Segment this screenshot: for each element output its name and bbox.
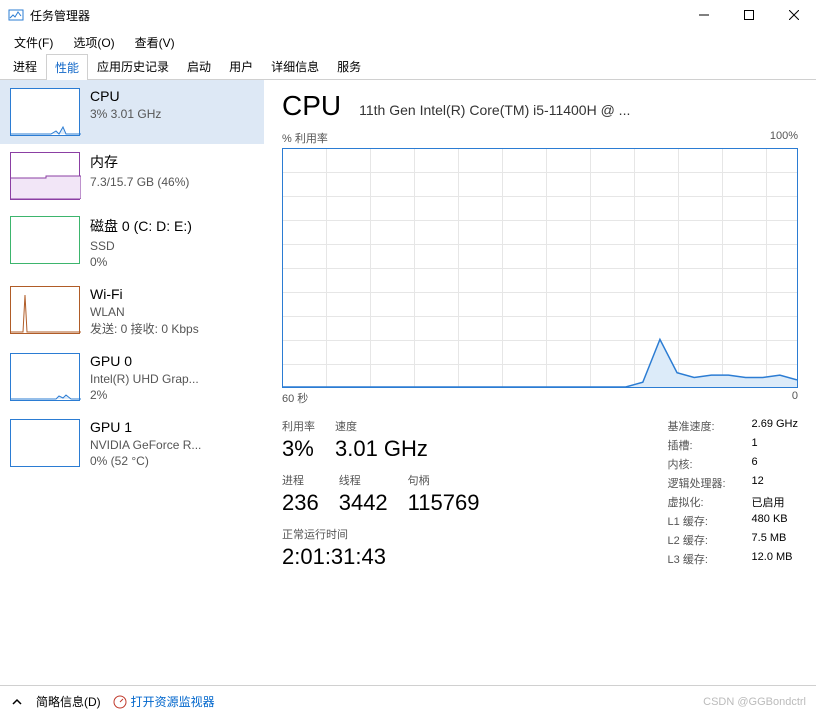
- proc-label: 进程: [282, 472, 319, 488]
- app-icon: [8, 7, 24, 23]
- speed-value: 3.01 GHz: [335, 436, 428, 462]
- tab-performance[interactable]: 性能: [46, 54, 88, 80]
- gpu0-thumb: [10, 353, 80, 401]
- main-header: CPU 11th Gen Intel(R) Core(TM) i5-11400H…: [282, 90, 798, 122]
- sock-v: 1: [752, 437, 758, 453]
- thread-value: 3442: [339, 490, 388, 516]
- tab-startup[interactable]: 启动: [178, 53, 220, 79]
- brief-info-link[interactable]: 简略信息(D): [36, 693, 101, 710]
- disk-title: 磁盘 0 (C: D: E:): [90, 216, 192, 236]
- virt-v: 已启用: [752, 494, 785, 510]
- disk-thumb: [10, 216, 80, 264]
- resource-monitor-icon: [113, 695, 127, 709]
- base-k: 基准速度:: [668, 418, 752, 434]
- disk-sub1: SSD: [90, 238, 192, 254]
- mem-thumb: [10, 152, 80, 200]
- chevron-up-icon[interactable]: [10, 695, 24, 709]
- l1-v: 480 KB: [752, 513, 788, 529]
- tab-processes[interactable]: 进程: [4, 53, 46, 79]
- gpu0-title: GPU 0: [90, 353, 199, 369]
- wifi-sub1: WLAN: [90, 304, 199, 320]
- resource-monitor-link[interactable]: 打开资源监视器: [113, 693, 215, 710]
- wifi-thumb: [10, 286, 80, 334]
- chart-xmax: 60 秒: [282, 390, 308, 406]
- gpu1-title: GPU 1: [90, 419, 201, 435]
- stats-left: 利用率 3% 速度 3.01 GHz 进程 236 线程 3442 句柄 115769 正…: [282, 418, 636, 580]
- tab-app-history[interactable]: 应用历史记录: [88, 53, 178, 79]
- mem-title: 内存: [90, 152, 189, 172]
- uptime-label: 正常运行时间: [282, 526, 386, 542]
- sidebar-item-wifi[interactable]: Wi-Fi WLAN 发送: 0 接收: 0 Kbps: [0, 278, 264, 344]
- chart-xmin: 0: [792, 390, 798, 406]
- tab-bar: 进程 性能 应用历史记录 启动 用户 详细信息 服务: [0, 54, 816, 80]
- uptime-value: 2:01:31:43: [282, 544, 386, 570]
- stats-row: 利用率 3% 速度 3.01 GHz 进程 236 线程 3442 句柄 115769 正…: [282, 418, 798, 580]
- proc-value: 236: [282, 490, 319, 516]
- menu-view[interactable]: 查看(V): [125, 32, 185, 53]
- menu-bar: 文件(F) 选项(O) 查看(V): [0, 30, 816, 54]
- main-heading: CPU: [282, 90, 341, 122]
- gpu1-sub2: 0% (52 °C): [90, 453, 201, 469]
- cpu-thumb: [10, 88, 80, 136]
- chart-top-labels: % 利用率 100%: [282, 130, 798, 146]
- thread-label: 线程: [339, 472, 388, 488]
- handle-value: 115769: [408, 490, 480, 516]
- mem-sub: 7.3/15.7 GB (46%): [90, 174, 189, 190]
- sock-k: 插槽:: [668, 437, 752, 453]
- chart-bottom-labels: 60 秒 0: [282, 390, 798, 406]
- close-button[interactable]: [771, 0, 816, 30]
- speed-label: 速度: [335, 418, 428, 434]
- cpu-model: 11th Gen Intel(R) Core(TM) i5-11400H @ .…: [359, 102, 798, 118]
- content-area: CPU 3% 3.01 GHz 内存 7.3/15.7 GB (46%) 磁盘 …: [0, 80, 816, 685]
- gpu1-sub1: NVIDIA GeForce R...: [90, 437, 201, 453]
- core-k: 内核:: [668, 456, 752, 472]
- sidebar-item-disk[interactable]: 磁盘 0 (C: D: E:) SSD 0%: [0, 208, 264, 278]
- chart-ylabel: % 利用率: [282, 130, 328, 146]
- l1-k: L1 缓存:: [668, 513, 752, 529]
- main-panel: CPU 11th Gen Intel(R) Core(TM) i5-11400H…: [264, 80, 816, 685]
- l2-v: 7.5 MB: [752, 532, 787, 548]
- stats-right: 基准速度:2.69 GHz 插槽:1 内核:6 逻辑处理器:12 虚拟化:已启用…: [668, 418, 798, 580]
- sidebar-item-memory[interactable]: 内存 7.3/15.7 GB (46%): [0, 144, 264, 208]
- title-bar: 任务管理器: [0, 0, 816, 30]
- gpu0-sub1: Intel(R) UHD Grap...: [90, 371, 199, 387]
- watermark: CSDN @GGBondctrl: [703, 696, 806, 708]
- menu-options[interactable]: 选项(O): [63, 32, 124, 53]
- cpu-title: CPU: [90, 88, 161, 104]
- window-title: 任务管理器: [30, 7, 681, 24]
- gpu0-sub2: 2%: [90, 387, 199, 403]
- tab-details[interactable]: 详细信息: [262, 53, 328, 79]
- chart-ymax: 100%: [770, 130, 798, 146]
- base-v: 2.69 GHz: [752, 418, 798, 434]
- l3-k: L3 缓存:: [668, 551, 752, 567]
- minimize-button[interactable]: [681, 0, 726, 30]
- disk-sub2: 0%: [90, 254, 192, 270]
- virt-k: 虚拟化:: [668, 494, 752, 510]
- cpu-sub: 3% 3.01 GHz: [90, 106, 161, 122]
- tab-users[interactable]: 用户: [220, 53, 262, 79]
- util-label: 利用率: [282, 418, 315, 434]
- wifi-sub2: 发送: 0 接收: 0 Kbps: [90, 321, 199, 337]
- l2-k: L2 缓存:: [668, 532, 752, 548]
- footer-bar: 简略信息(D) 打开资源监视器 CSDN @GGBondctrl: [0, 685, 816, 717]
- core-v: 6: [752, 456, 758, 472]
- sidebar-item-gpu1[interactable]: GPU 1 NVIDIA GeForce R... 0% (52 °C): [0, 411, 264, 477]
- wifi-title: Wi-Fi: [90, 286, 199, 302]
- handle-label: 句柄: [408, 472, 480, 488]
- util-value: 3%: [282, 436, 315, 462]
- maximize-button[interactable]: [726, 0, 771, 30]
- logi-k: 逻辑处理器:: [668, 475, 752, 491]
- logi-v: 12: [752, 475, 764, 491]
- sidebar-item-cpu[interactable]: CPU 3% 3.01 GHz: [0, 80, 264, 144]
- sidebar-item-gpu0[interactable]: GPU 0 Intel(R) UHD Grap... 2%: [0, 345, 264, 411]
- l3-v: 12.0 MB: [752, 551, 793, 567]
- sidebar: CPU 3% 3.01 GHz 内存 7.3/15.7 GB (46%) 磁盘 …: [0, 80, 264, 685]
- tab-services[interactable]: 服务: [328, 53, 370, 79]
- menu-file[interactable]: 文件(F): [4, 32, 63, 53]
- cpu-chart[interactable]: [282, 148, 798, 388]
- gpu1-thumb: [10, 419, 80, 467]
